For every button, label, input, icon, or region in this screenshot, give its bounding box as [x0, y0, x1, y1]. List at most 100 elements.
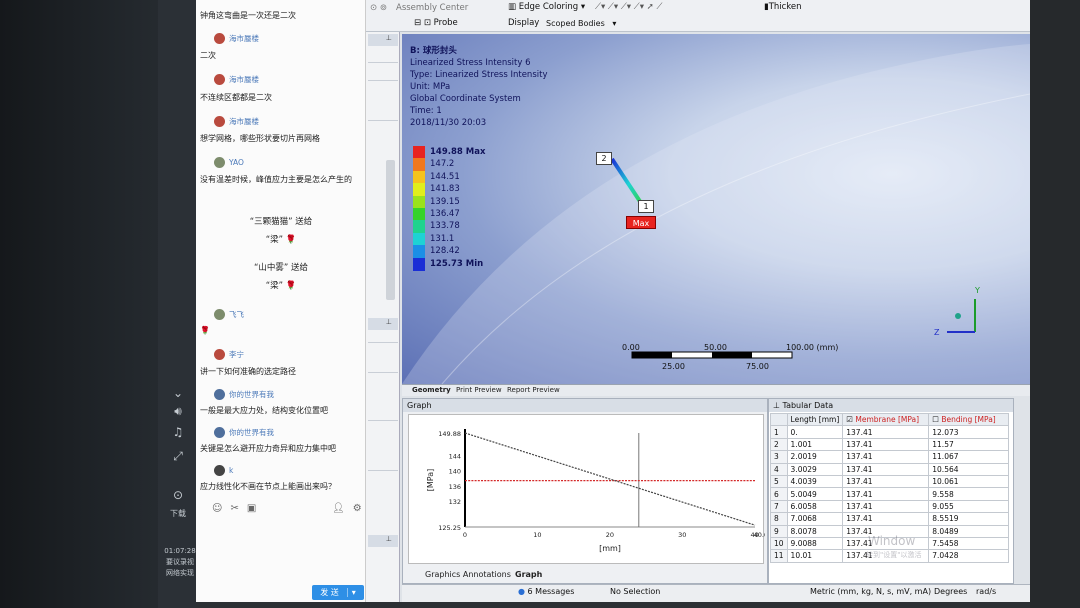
row-index: 9: [770, 524, 788, 538]
chat-message: 应力线性化不画在节点上能画出来吗？: [200, 482, 336, 491]
tab-geometry[interactable]: Geometry: [412, 386, 451, 394]
chat-sender[interactable]: k: [214, 465, 233, 476]
scoped-bodies-dropdown[interactable]: Scoped Bodies ▾: [546, 19, 616, 28]
chat-sender[interactable]: 你的世界有我: [214, 389, 274, 400]
table-row[interactable]: 2 1.001 137.41 11.57: [770, 437, 1010, 452]
max-label[interactable]: Max: [626, 216, 656, 229]
tree-row[interactable]: [368, 420, 398, 421]
pin-icon[interactable]: ⊥: [368, 535, 398, 547]
checkbox-icon[interactable]: ☐: [932, 415, 941, 424]
table-row[interactable]: 3 2.0019 137.41 11.067: [770, 450, 1010, 464]
chat-message: 不连续区都都是二次: [200, 93, 272, 102]
chat-sender[interactable]: 海市蜃楼: [214, 33, 259, 44]
chat-toolbar-right: 👤︎ ⚙: [332, 503, 362, 514]
legend-label: 131.1: [430, 233, 455, 244]
table-row[interactable]: 4 3.0029 137.41 10.564: [770, 462, 1010, 476]
pin-icon[interactable]: ⊥: [368, 34, 398, 46]
table-cell: 137.41: [842, 462, 930, 476]
probe-label-2[interactable]: 2: [596, 152, 612, 165]
avatar: [214, 427, 225, 438]
tree-row[interactable]: [368, 342, 398, 343]
scrollbar[interactable]: [386, 160, 395, 300]
table-row[interactable]: 7 6.0058 137.41 9.055: [770, 499, 1010, 514]
avatar: [214, 349, 225, 360]
scale-label: 25.00: [662, 362, 685, 371]
result-unit: Unit: MPa: [410, 82, 451, 92]
gear-icon[interactable]: ⚙: [353, 503, 362, 514]
probe-button[interactable]: ⊟ ⊡ Probe: [414, 18, 458, 28]
units-status[interactable]: Metric (mm, kg, N, s, mV, mA): [810, 587, 931, 596]
expand-icon[interactable]: ⤢: [170, 449, 186, 464]
graph-plot-area[interactable]: 149.88144140136132125.2501020304040.047[…: [408, 414, 776, 564]
column-header[interactable]: Length [mm]: [786, 412, 844, 427]
table-cell: 0.: [786, 425, 844, 439]
chat-sender[interactable]: YAO: [214, 157, 244, 168]
image-icon[interactable]: ▣: [247, 503, 256, 514]
chat-sender[interactable]: 你的世界有我: [214, 427, 274, 438]
column-header[interactable]: ☐ Bending [MPa]: [928, 412, 1010, 427]
tree-row[interactable]: [368, 470, 398, 471]
chat-sender[interactable]: 海市蜃楼: [214, 74, 259, 85]
download-icon[interactable]: ⊙: [170, 488, 186, 502]
chat-sender[interactable]: 飞飞: [214, 309, 244, 320]
y-tick-label: 149.88: [438, 430, 461, 438]
probe-label-1[interactable]: 1: [638, 200, 654, 213]
music-icon[interactable]: ♫: [170, 425, 186, 439]
chat-message: 二次: [200, 51, 216, 60]
table-row[interactable]: 1 0. 137.41 12.073: [770, 425, 1010, 439]
table-cell: 2.0019: [786, 450, 844, 464]
tab-report-preview[interactable]: Report Preview: [507, 386, 560, 394]
outline-tree[interactable]: [366, 32, 400, 602]
table-cell: 9.0088: [786, 536, 844, 551]
triad-y-label: Y: [975, 286, 980, 295]
table-row[interactable]: 5 4.0039 137.41 10.061: [770, 474, 1010, 489]
legend-label: 141.83: [430, 184, 460, 195]
edge-tools[interactable]: ⟋▾ ⟋▾ ⟋▾ ⟋▾ ➚ ⟋: [595, 2, 662, 12]
table-cell: 7.0068: [786, 512, 844, 526]
tree-row[interactable]: [368, 372, 398, 373]
chat-sender[interactable]: 李宁: [214, 349, 244, 360]
pin-icon[interactable]: ⊥: [773, 401, 783, 410]
scissors-icon[interactable]: ✂: [230, 503, 238, 514]
send-options-chevron-icon[interactable]: ▾: [346, 588, 356, 597]
chat-message: 讲一下如何准确的选定路径: [200, 367, 296, 376]
chat-sender[interactable]: 海市蜃楼: [214, 116, 259, 127]
rads-status[interactable]: rad/s: [976, 587, 996, 596]
assembly-center-button[interactable]: Assembly Center: [396, 3, 468, 13]
table-row[interactable]: 6 5.0049 137.41 9.558: [770, 487, 1010, 501]
x-tick-label: 30: [678, 531, 686, 539]
table-cell: 137.41: [842, 512, 930, 526]
checkbox-checked-icon[interactable]: ☑: [846, 415, 855, 424]
emoji-icon[interactable]: ☺: [212, 503, 222, 514]
tab-graph[interactable]: Graph: [515, 570, 542, 579]
row-index: 3: [770, 450, 788, 464]
legend-swatch: [413, 220, 425, 234]
user-icon[interactable]: 👤︎: [332, 503, 345, 514]
tree-row[interactable]: [368, 62, 398, 63]
table-cell: 137.41: [842, 425, 930, 439]
tree-row[interactable]: [368, 80, 398, 81]
tree-row[interactable]: [368, 120, 398, 121]
send-button[interactable]: 发 送 ▾: [312, 585, 364, 600]
edge-icon: ▥: [508, 2, 519, 12]
info-icon: ●: [518, 587, 528, 596]
messages-status[interactable]: ● 6 Messages: [518, 587, 574, 596]
tab-print-preview[interactable]: Print Preview: [456, 386, 502, 394]
edge-coloring-dropdown[interactable]: ▥ Edge Coloring ▾: [508, 2, 585, 12]
volume-icon[interactable]: 🔊︎: [170, 404, 186, 419]
tab-graphics-annotations[interactable]: Graphics Annotations: [425, 570, 511, 579]
gift-notice: “三颗猫猫” 送给: [249, 217, 313, 227]
degrees-status[interactable]: Degrees: [934, 587, 967, 596]
table-corner: [770, 412, 788, 427]
pin-icon[interactable]: ⊥: [368, 318, 398, 330]
table-row[interactable]: 8 7.0068 137.41 8.5519: [770, 512, 1010, 526]
thicken-button[interactable]: ▮Thicken: [764, 2, 802, 12]
toolbar-icons[interactable]: ⊙ ⊚: [370, 3, 387, 13]
table-cell: 11.57: [928, 437, 1010, 452]
result-coord: Global Coordinate System: [410, 94, 521, 104]
table-cell: 10.01: [786, 549, 844, 563]
clock: 01:07:28 要议录视 网络实现: [163, 546, 197, 579]
chevron-down-icon[interactable]: ⌄: [170, 386, 186, 400]
screen-bottom-edge: [196, 602, 1030, 608]
column-header[interactable]: ☑ Membrane [MPa]: [842, 412, 930, 427]
